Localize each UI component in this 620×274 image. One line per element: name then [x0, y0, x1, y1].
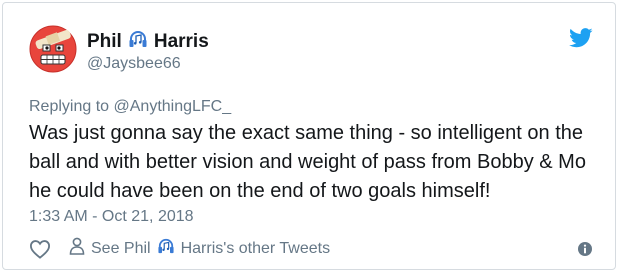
headphones-icon — [157, 238, 175, 259]
see-other-prefix: See Phil — [91, 239, 151, 257]
reply-mention-link[interactable]: @AnythingLFC_ — [114, 98, 232, 115]
info-icon[interactable] — [577, 241, 593, 257]
reply-context: Replying to @AnythingLFC_ — [29, 98, 231, 116]
author-last-name: Harris — [153, 31, 209, 52]
tweet-timestamp[interactable]: 1:33 AM - Oct 21, 2018 — [29, 208, 194, 226]
author-name[interactable]: Phil Harris — [87, 30, 209, 54]
headphones-icon — [128, 30, 148, 54]
tweet-card: Phil Harris @Jaysbee66 Replying to @Anyt… — [2, 2, 616, 270]
like-heart-icon[interactable] — [29, 239, 51, 259]
author-handle[interactable]: @Jaysbee66 — [87, 55, 181, 73]
avatar[interactable] — [29, 25, 77, 73]
person-icon — [69, 237, 85, 260]
twitter-bird-icon[interactable] — [569, 27, 593, 49]
tweet-text: Was just gonna say the exact same thing … — [29, 122, 586, 202]
see-other-tweets-link[interactable]: See Phil Harris's other Tweets — [69, 237, 330, 260]
tweet-actions: See Phil Harris's other Tweets — [29, 237, 593, 260]
reply-prefix: Replying to — [29, 98, 110, 115]
author-first-name: Phil — [87, 31, 122, 52]
see-other-suffix: Harris's other Tweets — [180, 239, 331, 257]
grinning-bandage-face-icon — [29, 25, 77, 73]
